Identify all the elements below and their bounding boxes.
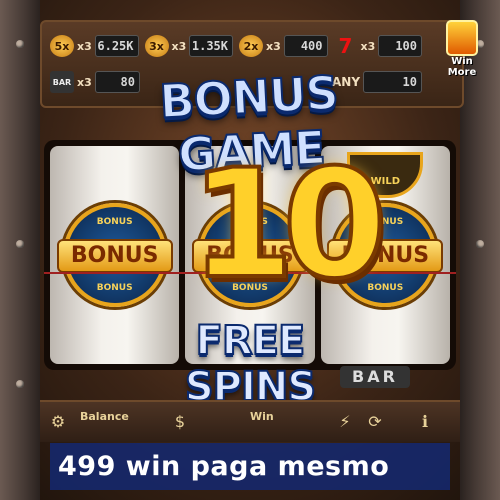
multiplier-label: x3 — [360, 39, 376, 53]
paytable-entry: 7 x3 100 — [334, 32, 422, 60]
free-spins-label: FREE SPINS — [184, 317, 317, 411]
rivet — [16, 240, 24, 248]
payout-value: 1.35K — [189, 35, 233, 57]
lightning-icon[interactable]: ⚡ — [335, 412, 355, 432]
multiplier-label: x3 — [77, 39, 92, 53]
bonus-arc-top: BONUS — [96, 217, 133, 227]
multiplier-label: x3 — [77, 75, 92, 89]
bonus-word: BONUS — [56, 239, 173, 273]
rivet — [476, 240, 484, 248]
seven-icon: 7 — [338, 34, 353, 58]
info-icon[interactable]: ℹ — [415, 412, 435, 432]
win-more-badge[interactable]: Win More — [436, 20, 488, 78]
rivet — [16, 40, 24, 48]
balance-label: Balance — [80, 410, 129, 423]
autoplay-icon[interactable]: ⟳ — [365, 412, 385, 432]
bonus-symbol-icon: BONUS BONUS BONUS — [56, 203, 173, 307]
free-spins-count: 10 — [188, 138, 389, 312]
paytable-entry: 3x x3 1.35K — [144, 32, 233, 60]
multiplier-2x-icon: 2x — [239, 35, 263, 57]
settings-icon[interactable]: ⚙ — [48, 412, 68, 432]
bonus-arc-bottom: BONUS — [96, 283, 133, 293]
dollar-icon[interactable]: $ — [170, 412, 190, 432]
paytable-row: 5x x3 6.25K 3x x3 1.35K 2x x3 400 7 x3 1… — [50, 32, 422, 60]
bar-icon: BAR — [50, 71, 74, 93]
multiplier-label: x3 — [171, 39, 187, 53]
payout-value: 6.25K — [94, 35, 139, 57]
multiplier-3x-icon: 3x — [144, 35, 169, 57]
win-display: Win — [250, 410, 274, 423]
trophy-icon — [446, 20, 478, 56]
balance-display: Balance — [80, 410, 129, 423]
payout-value: 400 — [283, 35, 328, 57]
bar-symbol-icon: BAR — [340, 366, 410, 388]
game-screen: 5x x3 6.25K 3x x3 1.35K 2x x3 400 7 x3 1… — [0, 0, 500, 500]
payout-value: 100 — [378, 35, 422, 57]
left-rail — [0, 0, 40, 500]
caption-banner: 499 win paga mesmo — [50, 443, 450, 490]
win-more-label: Win More — [447, 56, 477, 78]
paytable-entry: 2x x3 400 — [239, 32, 328, 60]
multiplier-5x-icon: 5x — [50, 35, 74, 57]
multiplier-label: x3 — [266, 39, 281, 53]
win-label: Win — [250, 410, 274, 423]
rivet — [16, 380, 24, 388]
control-bar: ⚙ Balance $ Win ⚡ ⟳ ℹ — [40, 400, 460, 442]
paytable-entry: 5x x3 6.25K — [50, 32, 139, 60]
